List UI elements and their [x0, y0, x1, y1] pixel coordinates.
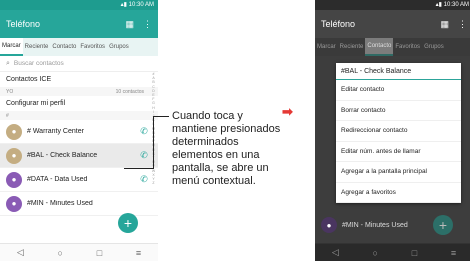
tab-marcar: Marcar — [317, 44, 336, 50]
tab-favoritos[interactable]: Favoritos — [78, 38, 107, 56]
alphabet-index-letter[interactable]: Z — [151, 181, 156, 185]
contact-name: #BAL - Check Balance — [27, 152, 98, 159]
phone-icon[interactable]: ✆ — [136, 174, 152, 185]
back-icon[interactable]: ◁ — [17, 247, 24, 258]
phone-screen-context-menu: ▴▮ 10:30 AM Teléfono ▦ ⋮ Marcar Reciente… — [315, 0, 470, 261]
phone-icon[interactable]: ✆ — [136, 126, 152, 137]
person-icon: ● — [321, 217, 337, 233]
contact-list: Contactos ICE YO 10 contactos Configurar… — [0, 72, 158, 216]
search-icon: ⌕ — [6, 59, 10, 67]
tab-favoritos: Favoritos — [395, 44, 421, 50]
tab-marcar[interactable]: Marcar — [0, 38, 23, 56]
recents-icon[interactable]: □ — [97, 248, 102, 258]
grid-icon: ▦ — [440, 18, 449, 29]
app-title: Teléfono — [321, 19, 356, 29]
contact-name: # Warranty Center — [27, 128, 84, 135]
app-bar: Teléfono ▦ ⋮ — [315, 10, 470, 38]
overflow-menu-icon[interactable]: ⋮ — [143, 19, 152, 30]
tab-contacto[interactable]: Contacto — [50, 38, 78, 56]
person-icon: ● — [6, 123, 22, 140]
annotation-text: Cuando toca y mantiene presionados deter… — [172, 110, 281, 187]
contact-name: #DATA - Data Used — [27, 176, 88, 183]
status-bar: ▴▮ 10:30 AM — [315, 0, 470, 10]
section-yo-count: 10 contactos — [115, 88, 144, 95]
overflow-menu-icon: ⋮ — [458, 18, 467, 29]
back-icon[interactable]: ◁ — [332, 247, 339, 258]
app-bar: Teléfono ▦ ⋮ — [0, 10, 158, 38]
signal-icon: ▴▮ — [120, 2, 129, 8]
tab-grupos[interactable]: Grupos — [107, 38, 131, 56]
home-icon[interactable]: ○ — [373, 248, 378, 258]
tab-grupos: Grupos — [424, 44, 444, 50]
menu-item-delete-contact[interactable]: Borrar contacto — [336, 101, 461, 121]
navigation-bar: ◁ ○ □ ≡ — [315, 243, 470, 261]
callout-line-horizontal — [124, 168, 154, 169]
phone-icon[interactable]: ✆ — [136, 150, 152, 161]
callout-line-top — [153, 116, 169, 117]
person-icon: ● — [6, 171, 22, 188]
recents-icon[interactable]: □ — [412, 248, 417, 258]
home-icon[interactable]: ○ — [58, 248, 63, 258]
add-contact-button[interactable]: + — [118, 213, 138, 233]
app-title: Teléfono — [6, 19, 41, 29]
person-icon: ● — [6, 195, 22, 212]
status-bar: ▴▮ 10:30 AM — [0, 0, 158, 10]
add-contact-button: + — [433, 215, 453, 235]
phone-screen-contacts: ▴▮ 10:30 AM Teléfono ▦ ⋮ Marcar Reciente… — [0, 0, 158, 261]
ice-contacts-row[interactable]: Contactos ICE — [0, 72, 158, 87]
section-header-yo: YO 10 contactos — [0, 87, 158, 96]
menu-item-add-home-screen[interactable]: Agregar a la pantalla principal — [336, 162, 461, 183]
context-menu: #BAL - Check Balance Editar contacto Bor… — [336, 63, 461, 203]
navigation-bar: ◁ ○ □ ≡ — [0, 243, 158, 261]
arrow-right-icon: ➡ — [282, 104, 293, 119]
status-time: 10:30 AM — [443, 2, 469, 8]
search-placeholder: Buscar contactos — [13, 60, 64, 67]
contact-name: #MIN - Minutes Used — [342, 221, 408, 229]
list-item[interactable]: ● #MIN - Minutes Used — [0, 192, 158, 216]
tab-reciente[interactable]: Reciente — [23, 38, 51, 56]
profile-label: Configurar mi perfil — [6, 100, 66, 107]
menu-item-edit-contact[interactable]: Editar contacto — [336, 80, 461, 101]
list-item[interactable]: ● #BAL - Check Balance ✆ — [0, 144, 158, 168]
tab-contacto: Contacto — [365, 38, 394, 56]
menu-icon[interactable]: ≡ — [136, 248, 141, 258]
section-hash-label: # — [6, 112, 9, 119]
person-icon: ● — [6, 147, 22, 164]
menu-icon[interactable]: ≡ — [451, 248, 456, 258]
ice-label: Contactos ICE — [6, 76, 52, 83]
tab-bar: Marcar Reciente Contacto Favoritos Grupo… — [0, 38, 158, 56]
callout-line-vertical — [153, 116, 154, 169]
profile-row[interactable]: Configurar mi perfil — [0, 96, 158, 111]
list-item[interactable]: ● # Warranty Center ✆ — [0, 120, 158, 144]
contact-name: #MIN - Minutes Used — [27, 200, 93, 207]
menu-item-edit-number[interactable]: Editar núm. antes de llamar — [336, 142, 461, 162]
section-header-hash: # — [0, 111, 158, 120]
tab-bar: Marcar Reciente Contacto Favoritos Grupo… — [315, 38, 470, 56]
menu-item-forward-contact[interactable]: Redireccionar contacto — [336, 121, 461, 142]
grid-icon[interactable]: ▦ — [125, 19, 134, 30]
context-menu-title: #BAL - Check Balance — [336, 63, 461, 80]
menu-item-add-favorites[interactable]: Agregar a favoritos — [336, 183, 461, 203]
list-item[interactable]: ● #DATA - Data Used ✆ — [0, 168, 158, 192]
signal-icon: ▴▮ — [435, 2, 444, 8]
section-yo-label: YO — [6, 88, 14, 95]
tab-reciente: Reciente — [339, 44, 364, 50]
search-input[interactable]: ⌕ Buscar contactos — [0, 56, 158, 72]
status-time: 10:30 AM — [128, 2, 154, 8]
